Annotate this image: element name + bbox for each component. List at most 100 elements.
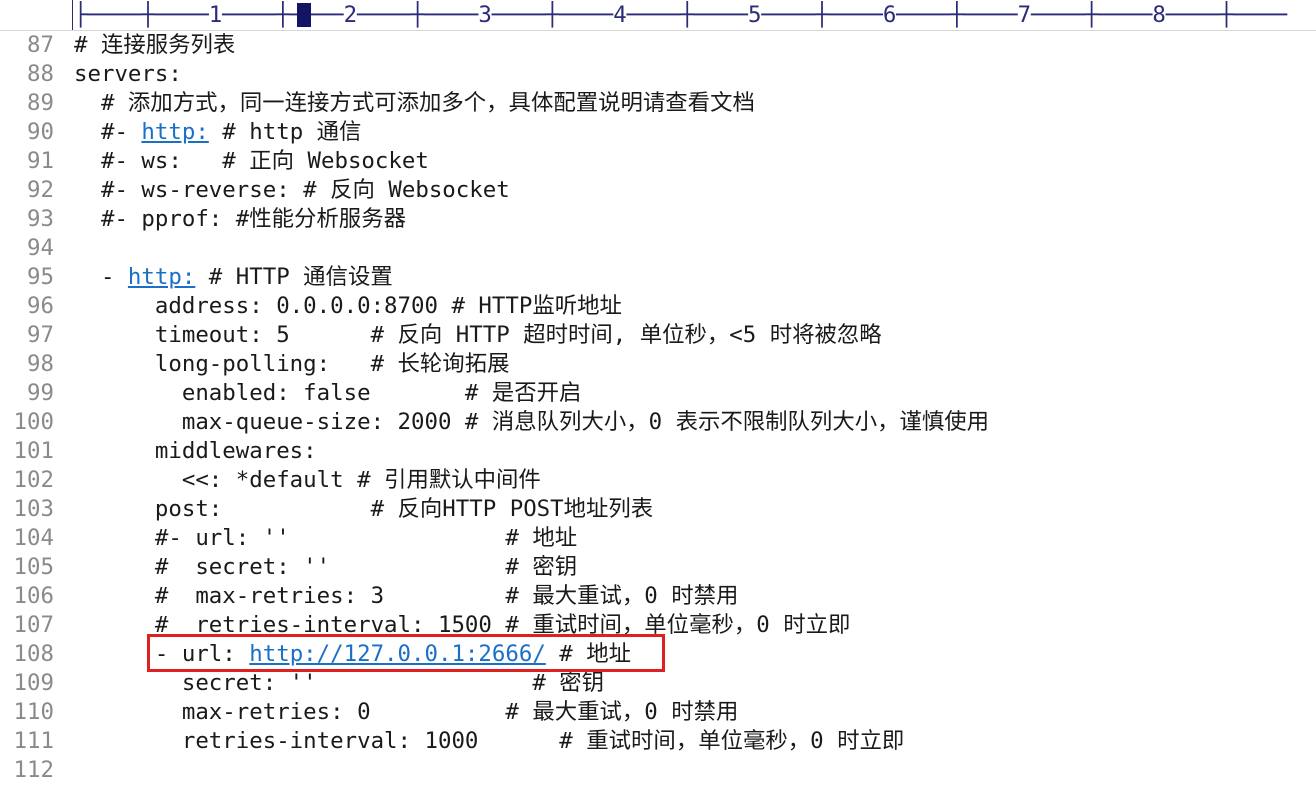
line-content[interactable]: middlewares: bbox=[74, 437, 317, 466]
code-line[interactable]: 93 #- pprof: #性能分析服务器 bbox=[0, 205, 1316, 234]
code-line[interactable]: 95 - http: # HTTP 通信设置 bbox=[0, 263, 1316, 292]
ruler-left-edge bbox=[72, 0, 73, 30]
line-number: 93 bbox=[27, 206, 54, 232]
line-number: 109 bbox=[13, 670, 54, 696]
line-content[interactable]: #- ws: # 正向 Websocket bbox=[74, 147, 429, 176]
code-text: # max-retries: 3 # 最大重试，0 时禁用 bbox=[74, 583, 739, 609]
line-number: 104 bbox=[13, 525, 54, 551]
line-content[interactable]: max-queue-size: 2000 # 消息队列大小，0 表示不限制队列大… bbox=[74, 408, 989, 437]
code-text: # secret: '' # 密钥 bbox=[74, 554, 578, 580]
code-line[interactable]: 91 #- ws: # 正向 Websocket bbox=[0, 147, 1316, 176]
line-number: 89 bbox=[27, 90, 54, 116]
line-content[interactable]: retries-interval: 1000 # 重试时间，单位毫秒，0 时立即 bbox=[74, 727, 904, 756]
line-number: 101 bbox=[13, 438, 54, 464]
line-content[interactable]: post: # 反向HTTP POST地址列表 bbox=[74, 495, 653, 524]
code-line[interactable]: 106 # max-retries: 3 # 最大重试，0 时禁用 bbox=[0, 582, 1316, 611]
url-link[interactable]: http: bbox=[141, 119, 208, 145]
code-line[interactable]: 104 #- url: '' # 地址 bbox=[0, 524, 1316, 553]
code-area[interactable]: 87 # 连接服务列表 88 servers: 89 # 添加方式，同一连接方式可添加多… bbox=[0, 31, 1316, 785]
code-text: retries-interval: 1000 # 重试时间，单位毫秒，0 时立即 bbox=[74, 728, 905, 754]
code-text: enabled: false # 是否开启 bbox=[74, 380, 582, 406]
line-content[interactable]: # 添加方式，同一连接方式可添加多个，具体配置说明请查看文档 bbox=[74, 89, 755, 118]
code-line[interactable]: 97 timeout: 5 # 反向 HTTP 超时时间, 单位秒，<5 时将被… bbox=[0, 321, 1316, 350]
code-text: timeout: 5 # 反向 HTTP 超时时间, 单位秒，<5 时将被忽略 bbox=[74, 322, 882, 348]
line-number: 92 bbox=[27, 177, 54, 203]
code-editor[interactable]: ├────┼────1────┼────2────┼────3────┼────… bbox=[0, 0, 1316, 785]
line-content[interactable]: enabled: false # 是否开启 bbox=[74, 379, 582, 408]
code-text: #- url: '' # 地址 bbox=[74, 525, 578, 551]
code-line[interactable]: 87 # 连接服务列表 bbox=[0, 31, 1316, 60]
line-content[interactable]: - http: # HTTP 通信设置 bbox=[74, 263, 393, 292]
code-text: #- pprof: #性能分析服务器 bbox=[74, 206, 406, 232]
code-text: - bbox=[74, 264, 128, 290]
code-text: max-queue-size: 2000 # 消息队列大小，0 表示不限制队列大… bbox=[74, 409, 990, 435]
line-number: 106 bbox=[13, 583, 54, 609]
url-link[interactable]: http://127.0.0.1:2666/ bbox=[249, 641, 546, 667]
code-line[interactable]: 110 max-retries: 0 # 最大重试，0 时禁用 bbox=[0, 698, 1316, 727]
line-content[interactable]: #- http: # http 通信 bbox=[74, 118, 361, 147]
url-link[interactable]: http: bbox=[128, 264, 195, 290]
line-content[interactable]: #- pprof: #性能分析服务器 bbox=[74, 205, 406, 234]
code-text: # retries-interval: 1500 # 重试时间，单位毫秒，0 时… bbox=[74, 612, 851, 638]
code-line[interactable]: 103 post: # 反向HTTP POST地址列表 bbox=[0, 495, 1316, 524]
line-content[interactable]: long-polling: # 长轮询拓展 bbox=[74, 350, 510, 379]
line-content[interactable]: #- url: '' # 地址 bbox=[74, 524, 577, 553]
line-number: 102 bbox=[13, 467, 54, 493]
code-text: # 连接服务列表 bbox=[74, 32, 236, 58]
column-ruler: ├────┼────1────┼────2────┼────3────┼────… bbox=[0, 0, 1316, 31]
code-line[interactable]: 108 - url: http://127.0.0.1:2666/ # 地址 bbox=[0, 640, 1316, 669]
code-text: - url: bbox=[74, 641, 250, 667]
code-line[interactable]: 98 long-polling: # 长轮询拓展 bbox=[0, 350, 1316, 379]
line-content[interactable]: max-retries: 0 # 最大重试，0 时禁用 bbox=[74, 698, 739, 727]
code-text: # http 通信 bbox=[208, 119, 362, 145]
code-text: secret: '' # 密钥 bbox=[74, 670, 605, 696]
code-line[interactable]: 89 # 添加方式，同一连接方式可添加多个，具体配置说明请查看文档 bbox=[0, 89, 1316, 118]
line-number: 97 bbox=[27, 322, 54, 348]
code-line[interactable]: 88 servers: bbox=[0, 60, 1316, 89]
code-line[interactable]: 90 #- http: # http 通信 bbox=[0, 118, 1316, 147]
line-content[interactable]: # secret: '' # 密钥 bbox=[74, 553, 577, 582]
code-line[interactable]: 111 retries-interval: 1000 # 重试时间，单位毫秒，0… bbox=[0, 727, 1316, 756]
ruler-scale: ├────┼────1────┼────2────┼────3────┼────… bbox=[74, 2, 1288, 28]
ruler-cursor-marker bbox=[297, 3, 311, 27]
code-line[interactable]: 101 middlewares: bbox=[0, 437, 1316, 466]
code-text: <<: *default # 引用默认中间件 bbox=[74, 467, 541, 493]
line-content[interactable]: # max-retries: 3 # 最大重试，0 时禁用 bbox=[74, 582, 739, 611]
code-text: #- ws: # 正向 Websocket bbox=[74, 148, 429, 174]
code-line[interactable]: 92 #- ws-reverse: # 反向 Websocket bbox=[0, 176, 1316, 205]
code-line[interactable]: 109 secret: '' # 密钥 bbox=[0, 669, 1316, 698]
code-text: max-retries: 0 # 最大重试，0 时禁用 bbox=[74, 699, 739, 725]
line-number: 91 bbox=[27, 148, 54, 174]
line-content[interactable]: <<: *default # 引用默认中间件 bbox=[74, 466, 541, 495]
line-number: 96 bbox=[27, 293, 54, 319]
line-content[interactable]: # retries-interval: 1500 # 重试时间，单位毫秒，0 时… bbox=[74, 611, 851, 640]
line-content[interactable]: # 连接服务列表 bbox=[74, 31, 235, 60]
line-content[interactable]: secret: '' # 密钥 bbox=[74, 669, 604, 698]
code-line[interactable]: 102 <<: *default # 引用默认中间件 bbox=[0, 466, 1316, 495]
code-text: post: # 反向HTTP POST地址列表 bbox=[74, 496, 654, 522]
line-number: 111 bbox=[13, 728, 54, 754]
line-number: 87 bbox=[27, 32, 54, 58]
code-line[interactable]: 112 bbox=[0, 756, 1316, 785]
code-text: # HTTP 通信设置 bbox=[195, 264, 393, 290]
line-number: 98 bbox=[27, 351, 54, 377]
ruler-gutter bbox=[0, 0, 70, 30]
line-content[interactable]: timeout: 5 # 反向 HTTP 超时时间, 单位秒，<5 时将被忽略 bbox=[74, 321, 882, 350]
code-line[interactable]: 105 # secret: '' # 密钥 bbox=[0, 553, 1316, 582]
code-line[interactable]: 96 address: 0.0.0.0:8700 # HTTP监听地址 bbox=[0, 292, 1316, 321]
code-text: # 地址 bbox=[545, 641, 632, 667]
code-line[interactable]: 100 max-queue-size: 2000 # 消息队列大小，0 表示不限… bbox=[0, 408, 1316, 437]
code-line[interactable]: 99 enabled: false # 是否开启 bbox=[0, 379, 1316, 408]
line-content[interactable]: #- ws-reverse: # 反向 Websocket bbox=[74, 176, 510, 205]
line-number: 108 bbox=[13, 641, 54, 667]
line-number: 103 bbox=[13, 496, 54, 522]
line-content[interactable]: address: 0.0.0.0:8700 # HTTP监听地址 bbox=[74, 292, 622, 321]
code-text: #- bbox=[74, 119, 142, 145]
code-line[interactable]: 94 bbox=[0, 234, 1316, 263]
line-content[interactable]: - url: http://127.0.0.1:2666/ # 地址 bbox=[74, 640, 631, 669]
code-line[interactable]: 107 # retries-interval: 1500 # 重试时间，单位毫秒… bbox=[0, 611, 1316, 640]
code-text: middlewares: bbox=[74, 438, 317, 464]
line-number: 105 bbox=[13, 554, 54, 580]
line-content[interactable]: servers: bbox=[74, 60, 182, 89]
code-text: long-polling: # 长轮询拓展 bbox=[74, 351, 510, 377]
